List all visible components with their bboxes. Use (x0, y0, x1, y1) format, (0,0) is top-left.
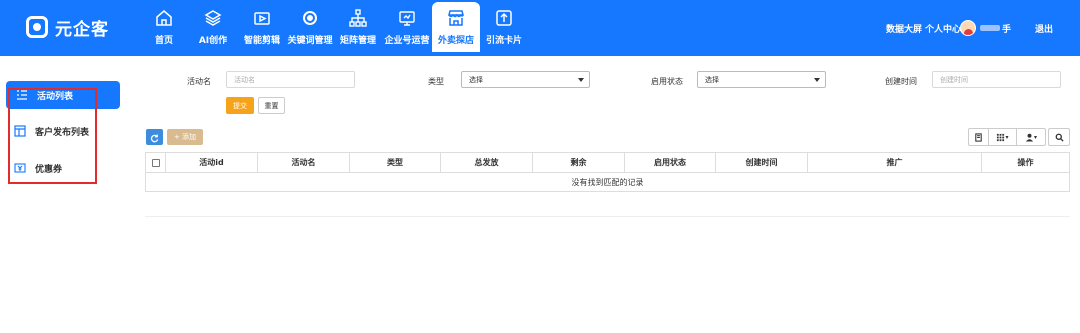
user-icon (1025, 133, 1034, 142)
logo[interactable]: 元企客 (26, 14, 109, 40)
logo-text: 元企客 (55, 19, 109, 40)
user-name-suffix: 手 (1002, 24, 1012, 35)
column-header[interactable]: 剩余 (532, 152, 625, 173)
table-tools: ▾ ▾ (968, 128, 1046, 146)
type-select-value: 选择 (469, 75, 483, 84)
created-input[interactable]: 创建时间 (932, 71, 1061, 88)
video-icon (253, 9, 271, 27)
status-select[interactable]: 选择 (697, 71, 826, 88)
nav-item-takeout[interactable]: 外卖探店 (432, 2, 480, 52)
column-header[interactable]: 活动id (165, 152, 258, 173)
grid-icon (996, 133, 1005, 142)
monitor-icon (398, 9, 416, 27)
logo-icon (26, 16, 48, 38)
empty-message: 没有找到匹配的记录 (145, 172, 1070, 192)
select-all-checkbox[interactable] (151, 158, 160, 167)
search-tool (1048, 128, 1070, 146)
logout-link[interactable]: 退出 (1035, 0, 1053, 56)
upload-icon (495, 9, 513, 27)
select-all-cell (145, 152, 166, 173)
user-menu[interactable]: 手 (960, 0, 1011, 56)
avatar (960, 20, 976, 36)
toggle-view-button[interactable] (969, 129, 989, 145)
search-icon (1055, 133, 1064, 142)
chevron-down-icon (578, 78, 584, 82)
column-header[interactable]: 创建时间 (715, 152, 808, 173)
refresh-icon (150, 128, 159, 147)
profile-link[interactable]: 个人中心 (925, 0, 961, 56)
home-icon (155, 9, 173, 27)
column-header[interactable]: 启用状态 (624, 152, 716, 173)
export-button[interactable]: ▾ (1017, 129, 1045, 145)
type-select[interactable]: 选择 (461, 71, 590, 88)
dashboard-link[interactable]: 数据大屏 (886, 0, 922, 56)
table-row: 没有找到匹配的记录 (145, 172, 1070, 192)
nav-item-card[interactable]: 引流卡片 (486, 0, 522, 56)
hierarchy-icon (349, 9, 367, 27)
nav-item-keyword[interactable]: 关键词管理 (288, 0, 333, 56)
nav-item-matrix[interactable]: 矩阵管理 (340, 0, 376, 56)
nav-item-ai[interactable]: AI创作 (196, 0, 230, 56)
highlight-annotation (8, 88, 97, 184)
refresh-button[interactable] (146, 129, 163, 145)
activity-table: 活动id 活动名 类型 总发放 剩余 启用状态 创建时间 推广 操作 没有找到匹… (145, 152, 1070, 192)
caret-down-icon: ▾ (1005, 133, 1009, 141)
store-icon (447, 9, 465, 27)
user-name-redacted (980, 25, 1000, 31)
status-select-value: 选择 (705, 75, 719, 84)
table-header-row: 活动id 活动名 类型 总发放 剩余 启用状态 创建时间 推广 操作 (145, 152, 1070, 173)
status-label: 启用状态 (651, 77, 683, 86)
activity-name-input[interactable]: 活动名 (226, 71, 355, 88)
caret-down-icon: ▾ (1033, 133, 1037, 141)
target-icon (301, 9, 319, 27)
add-button[interactable]: + 添加 (167, 129, 203, 145)
created-label: 创建时间 (885, 77, 917, 86)
layers-icon (204, 9, 222, 27)
column-header[interactable]: 推广 (807, 152, 982, 173)
chevron-down-icon (814, 78, 820, 82)
nav-item-enterprise[interactable]: 企业号运营 (385, 0, 430, 56)
column-header[interactable]: 类型 (349, 152, 441, 173)
columns-button[interactable]: ▾ (989, 129, 1017, 145)
divider (145, 216, 1070, 217)
type-label: 类型 (428, 77, 444, 86)
nav-item-home[interactable]: 首页 (148, 0, 180, 56)
activity-name-label: 活动名 (187, 77, 211, 86)
document-icon (974, 132, 983, 142)
top-navbar: 元企客 首页 AI创作 智能剪辑 关键词管理 矩阵管理 企业号运营 外卖探店 引… (0, 0, 1080, 56)
nav-item-clip[interactable]: 智能剪辑 (242, 0, 282, 56)
search-button[interactable] (1049, 129, 1069, 145)
column-header[interactable]: 操作 (981, 152, 1070, 173)
column-header[interactable]: 活动名 (257, 152, 350, 173)
column-header[interactable]: 总发放 (440, 152, 533, 173)
reset-button[interactable]: 重置 (258, 97, 285, 114)
submit-button[interactable]: 提交 (226, 97, 254, 114)
